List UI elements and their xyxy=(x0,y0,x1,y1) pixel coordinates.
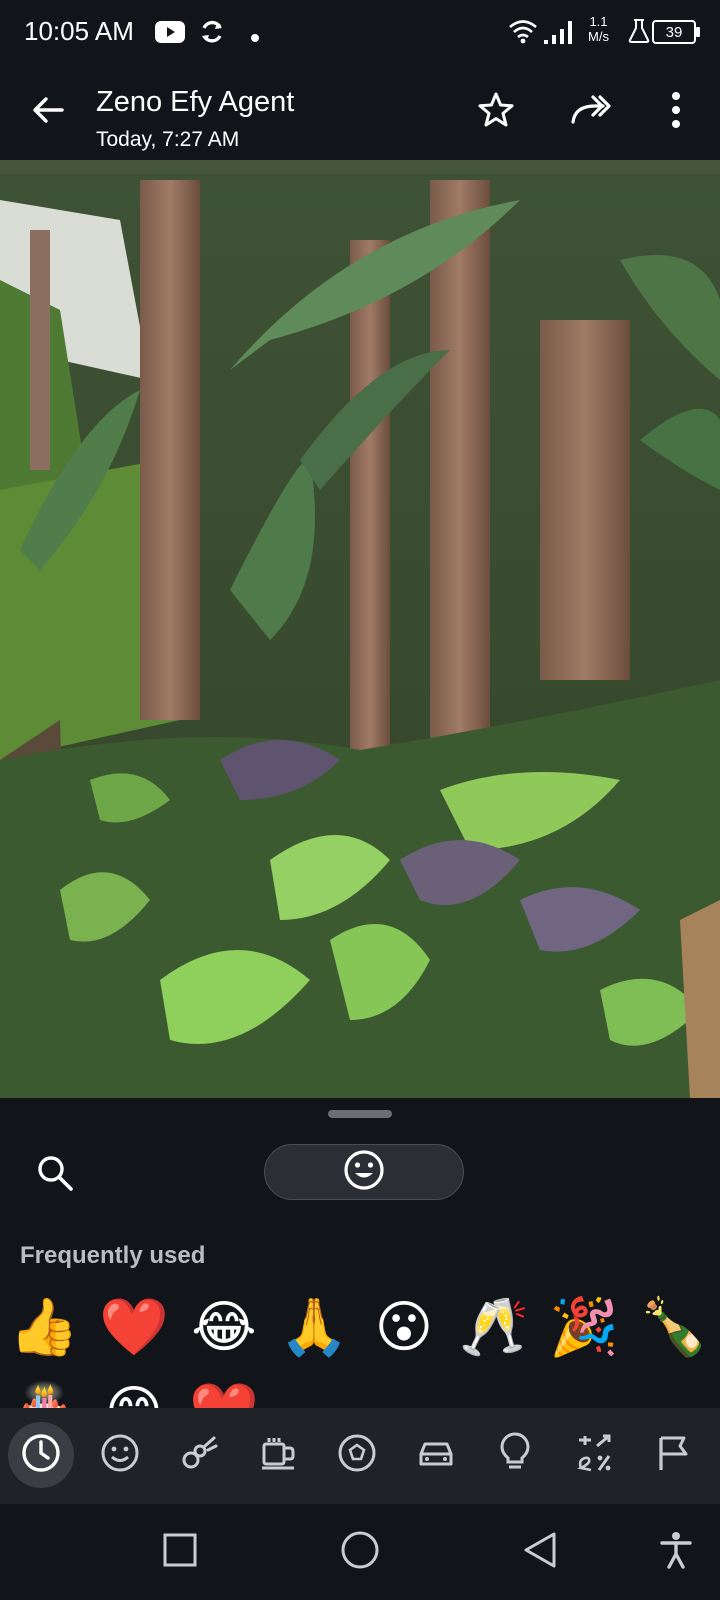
status-bar: 10:05 AM 1.1 M/s 39 xyxy=(0,0,720,64)
category-activities[interactable] xyxy=(324,1422,390,1488)
smileys-icon xyxy=(99,1432,141,1478)
emoji-smiling-face[interactable]: 😊 xyxy=(94,1373,174,1408)
back-arrow-icon xyxy=(30,92,66,132)
wifi-icon xyxy=(508,18,538,48)
network-speed: 1.1 M/s xyxy=(588,14,609,44)
food-icon xyxy=(257,1432,299,1478)
category-symbols[interactable] xyxy=(561,1422,627,1488)
emoji-category-bar xyxy=(0,1408,720,1504)
emoji-row-1: 👍 ❤️ 😂 🙏 😮 🥂 🎉 🍾 xyxy=(0,1288,720,1368)
emoji-open-mouth[interactable]: 😮 xyxy=(364,1288,444,1368)
battery-icon: 39 xyxy=(652,20,696,44)
emoji-thumbs-up[interactable]: 👍 xyxy=(4,1288,84,1368)
signal-icon xyxy=(542,18,578,50)
travel-icon xyxy=(415,1432,457,1478)
emoji-panel: Frequently used 👍 ❤️ 😂 🙏 😮 🥂 🎉 🍾 🎂 😊 ❤️ xyxy=(0,1098,720,1408)
emoji-clinking-glasses[interactable]: 🥂 xyxy=(454,1288,534,1368)
more-options-button[interactable] xyxy=(650,86,702,138)
speed-unit: M/s xyxy=(588,29,609,44)
category-food[interactable] xyxy=(245,1422,311,1488)
animals-icon xyxy=(178,1432,220,1478)
category-animals[interactable] xyxy=(166,1422,232,1488)
back-button[interactable] xyxy=(22,86,74,138)
accessibility-button[interactable] xyxy=(648,1524,704,1580)
system-navigation-bar xyxy=(0,1504,720,1600)
forward-icon xyxy=(569,92,613,132)
back-nav-button[interactable] xyxy=(512,1524,568,1580)
home-button[interactable] xyxy=(332,1524,388,1580)
youtube-icon xyxy=(154,20,186,48)
drag-handle[interactable] xyxy=(328,1110,392,1118)
forward-button[interactable] xyxy=(565,86,617,138)
frequently-used-label: Frequently used xyxy=(20,1242,206,1269)
battery-tip xyxy=(696,27,700,37)
emoji-birthday-cake[interactable]: 🎂 xyxy=(4,1373,84,1408)
recents-button[interactable] xyxy=(152,1524,208,1580)
objects-icon xyxy=(494,1432,536,1478)
photo-image xyxy=(0,160,720,1098)
square-icon xyxy=(162,1532,198,1572)
media-photo[interactable] xyxy=(0,160,720,1098)
activities-icon xyxy=(336,1432,378,1478)
star-button[interactable] xyxy=(470,86,522,138)
category-flags[interactable] xyxy=(640,1422,706,1488)
category-recent[interactable] xyxy=(8,1422,74,1488)
emoji-party-popper[interactable]: 🎉 xyxy=(544,1288,624,1368)
contact-name: Zeno Efy Agent xyxy=(96,86,295,118)
category-smileys[interactable] xyxy=(87,1422,153,1488)
symbols-icon xyxy=(573,1432,615,1478)
circle-icon xyxy=(340,1530,380,1574)
accessibility-icon xyxy=(658,1530,694,1574)
triangle-back-icon xyxy=(522,1530,558,1574)
search-icon xyxy=(30,1156,82,1204)
category-objects[interactable] xyxy=(482,1422,548,1488)
emoji-red-heart-2[interactable]: ❤️ xyxy=(184,1373,264,1408)
emoji-folded-hands[interactable]: 🙏 xyxy=(274,1288,354,1368)
more-vert-icon xyxy=(670,90,682,134)
sync-icon xyxy=(198,18,226,50)
speed-value: 1.1 xyxy=(589,14,608,29)
battery-level: 39 xyxy=(665,23,683,41)
emoji-red-heart[interactable]: ❤️ xyxy=(94,1288,174,1368)
category-travel[interactable] xyxy=(403,1422,469,1488)
smiley-icon xyxy=(342,1148,386,1196)
star-icon xyxy=(477,91,515,133)
flask-icon xyxy=(628,18,650,48)
emoji-champagne[interactable]: 🍾 xyxy=(634,1288,714,1368)
message-timestamp: Today, 7:27 AM xyxy=(96,128,240,151)
emoji-row-2: 🎂 😊 ❤️ xyxy=(0,1373,720,1408)
emoji-tears-of-joy[interactable]: 😂 xyxy=(184,1288,264,1368)
status-time: 10:05 AM xyxy=(24,16,134,46)
flags-icon xyxy=(652,1432,694,1478)
emoji-tab[interactable] xyxy=(264,1144,464,1200)
dot-icon xyxy=(250,28,260,47)
emoji-search-button[interactable] xyxy=(30,1148,82,1200)
top-app-bar: Zeno Efy Agent Today, 7:27 AM xyxy=(0,64,720,160)
recent-icon xyxy=(20,1432,62,1478)
